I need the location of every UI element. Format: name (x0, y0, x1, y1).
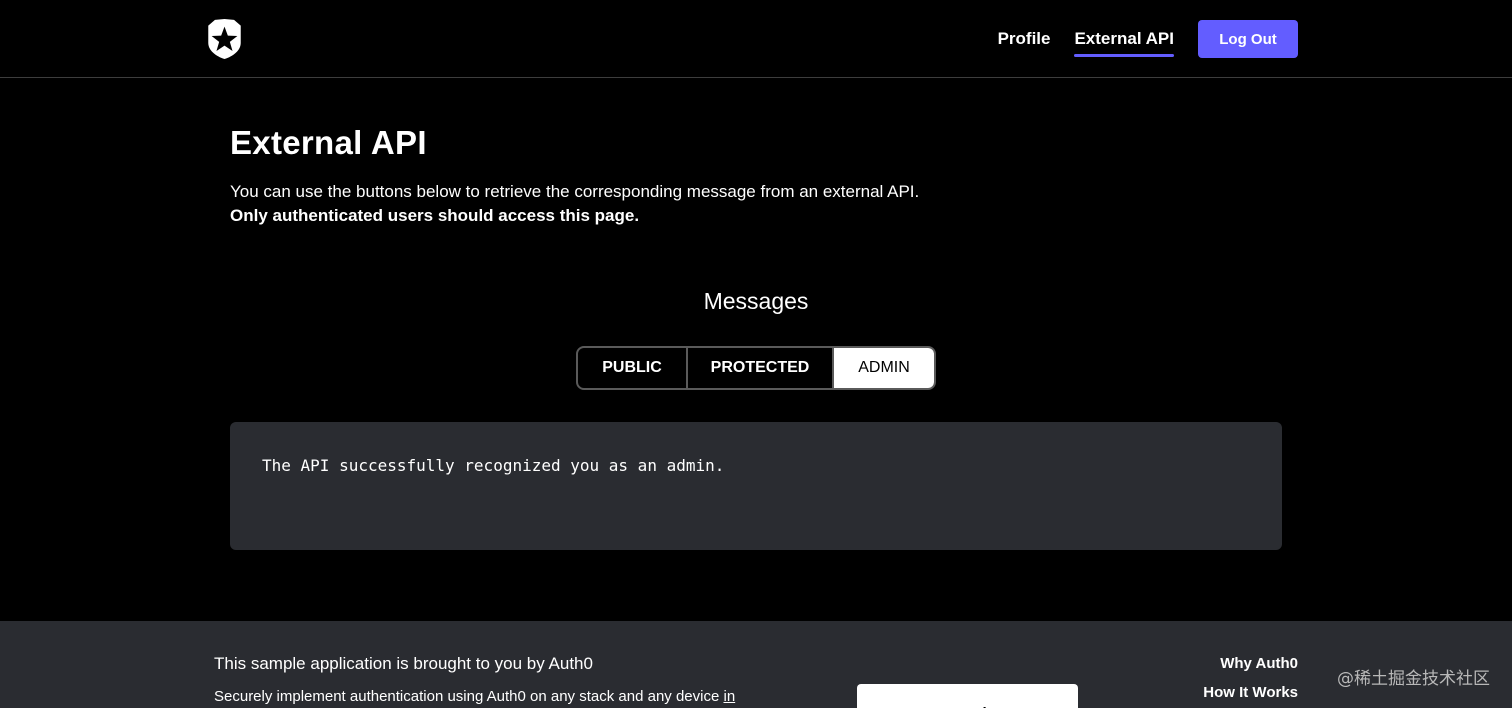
api-response-text: The API successfully recognized you as a… (262, 456, 725, 475)
tab-public[interactable]: PUBLIC (578, 348, 686, 388)
nav-links: Profile External API Log Out (998, 0, 1298, 78)
message-tabs: PUBLIC PROTECTED ADMIN (576, 346, 936, 390)
footer-link-how-it-works[interactable]: How It Works (1203, 684, 1298, 701)
log-out-button[interactable]: Log Out (1198, 20, 1298, 58)
nav-link-external-api[interactable]: External API (1074, 23, 1174, 57)
watermark: @稀土掘金技术社区 (1337, 669, 1490, 689)
auth0-logo-icon[interactable] (205, 18, 244, 60)
description-line-2: Only authenticated users should access t… (230, 206, 640, 225)
messages-heading: Messages (703, 288, 809, 314)
footer: This sample application is brought to yo… (0, 621, 1512, 708)
top-nav: Profile External API Log Out (0, 0, 1512, 78)
footer-link-why-auth0[interactable]: Why Auth0 (1203, 655, 1298, 672)
footer-text-body: Securely implement authentication using … (214, 688, 720, 705)
nav-link-profile[interactable]: Profile (998, 23, 1051, 55)
footer-text: Securely implement authentication using … (214, 688, 735, 705)
tab-protected[interactable]: PROTECTED (686, 348, 832, 388)
description-line-1: You can use the buttons below to retriev… (230, 182, 920, 201)
create-account-button[interactable]: Create Free Auth0 Account (857, 684, 1078, 708)
api-response-box: The API successfully recognized you as a… (230, 422, 1282, 550)
footer-title: This sample application is brought to yo… (214, 654, 593, 673)
footer-links: Why Auth0 How It Works (1203, 655, 1298, 708)
footer-text-link[interactable]: in (723, 688, 735, 705)
page-description: You can use the buttons below to retriev… (230, 180, 919, 228)
tab-admin[interactable]: ADMIN (832, 348, 934, 388)
page-title: External API (230, 124, 427, 161)
